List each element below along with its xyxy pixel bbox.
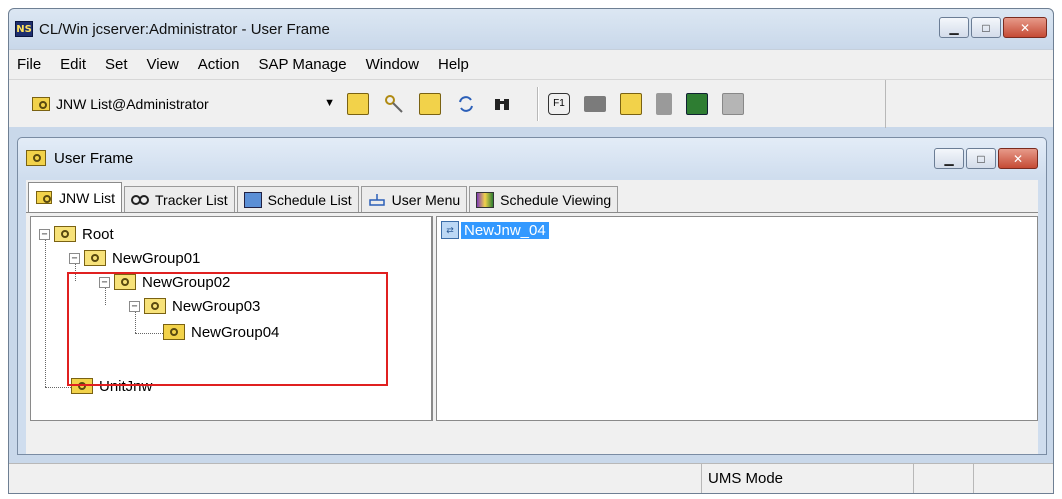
menu-bar: File Edit Set View Action SAP Manage Win… (9, 49, 1053, 79)
menu-file[interactable]: File (15, 54, 43, 75)
child-close-button[interactable]: ✕ (998, 148, 1038, 169)
status-extra (913, 464, 973, 493)
f1-help-icon[interactable]: F1 (548, 92, 570, 115)
folder-icon (54, 226, 76, 242)
tree-node-label: NewGroup04 (191, 323, 280, 341)
collapse-icon[interactable]: − (99, 276, 110, 288)
status-bar: UMS Mode (9, 463, 1053, 493)
main-window: NS CL/Win jcserver:Administrator - User … (8, 8, 1054, 494)
tab-strip: JNW List Tracker List Schedule List User… (26, 180, 1038, 212)
status-mode: UMS Mode (701, 464, 913, 493)
menu-edit[interactable]: Edit (58, 54, 88, 75)
tree-node-newgroup04[interactable]: NewGroup04 (163, 321, 279, 343)
calendar-icon[interactable] (686, 92, 708, 115)
schedule-icon[interactable] (419, 92, 441, 115)
folder-icon (114, 274, 136, 290)
menu-help[interactable]: Help (436, 54, 471, 75)
tab-schedule-list[interactable]: Schedule List (236, 186, 359, 212)
folder-icon (144, 298, 166, 314)
view-selector-combo[interactable]: JNW List@Administrator ▼ (22, 89, 347, 119)
tree-node-label: NewGroup02 (142, 273, 231, 291)
tab-schedule-viewing[interactable]: Schedule Viewing (469, 186, 619, 212)
collapse-icon[interactable]: − (69, 252, 80, 264)
app-logo-icon: NS (15, 21, 33, 37)
minimize-button[interactable]: ▁ (939, 17, 969, 38)
tracker-icon (131, 192, 149, 208)
user-menu-icon (368, 192, 386, 208)
menu-action[interactable]: Action (196, 54, 242, 75)
child-maximize-button[interactable]: □ (966, 148, 996, 169)
user-frame-window: User Frame ▁ □ ✕ JNW List Tracker List S… (17, 137, 1047, 455)
toolbar: JNW List@Administrator ▼ F1 (9, 79, 1053, 128)
close-button[interactable]: ✕ (1003, 17, 1047, 38)
tree-connector (45, 237, 46, 387)
tab-label: Tracker List (155, 191, 228, 208)
folder-icon (84, 250, 106, 266)
tree-node-newgroup03[interactable]: − NewGroup03 (129, 295, 260, 317)
tree-connector (135, 333, 163, 334)
jobnet-icon: ⇄ (441, 221, 459, 239)
calendar-gray-icon[interactable] (722, 92, 744, 115)
view-selector-value: JNW List@Administrator (56, 95, 209, 112)
tab-label: User Menu (391, 191, 461, 208)
title-bar[interactable]: NS CL/Win jcserver:Administrator - User … (9, 9, 1053, 49)
jnw-list-icon (32, 96, 50, 111)
tree-node-unitjnw[interactable]: UnitJnw (71, 375, 152, 397)
toolbar-separator (537, 86, 538, 121)
document-icon[interactable] (656, 92, 672, 115)
jnw-list-icon (35, 190, 53, 206)
tab-user-menu[interactable]: User Menu (360, 186, 468, 212)
child-minimize-button[interactable]: ▁ (934, 148, 964, 169)
schedule-viewing-icon (476, 191, 495, 208)
group-tree[interactable]: − Root − NewGroup01 − NewGroup02 − NewGr… (30, 216, 433, 421)
child-window-title: User Frame (54, 149, 134, 167)
tab-jnw-list[interactable]: JNW List (28, 182, 122, 212)
schedule-list-icon (243, 191, 262, 208)
list-item-label: NewJnw_04 (461, 221, 549, 239)
tab-tracker-list[interactable]: Tracker List (124, 186, 235, 212)
jnw-list-pane[interactable]: ⇄ NewJnw_04 (436, 216, 1038, 421)
tree-node-label: NewGroup03 (172, 297, 261, 315)
status-main (9, 464, 701, 493)
tab-label: Schedule Viewing (500, 191, 612, 208)
child-title-bar[interactable]: User Frame (26, 144, 133, 172)
collapse-icon[interactable]: − (39, 228, 50, 240)
menu-view[interactable]: View (145, 54, 181, 75)
tree-connector (45, 387, 71, 388)
binoculars-icon[interactable] (491, 93, 513, 115)
tree-node-newgroup02[interactable]: − NewGroup02 (99, 271, 230, 293)
group-icon[interactable] (347, 92, 369, 115)
chevron-down-icon[interactable]: ▼ (324, 97, 335, 109)
toolbar-end-divider (885, 80, 886, 128)
tab-label: Schedule List (267, 191, 352, 208)
maximize-button[interactable]: □ (971, 17, 1001, 38)
tree-node-root[interactable]: − Root (39, 223, 114, 245)
tab-label: JNW List (59, 189, 115, 206)
collapse-icon[interactable]: − (129, 300, 140, 312)
refresh-icon[interactable] (455, 93, 477, 115)
key-icon[interactable] (383, 93, 405, 115)
tree-node-newgroup01[interactable]: − NewGroup01 (69, 247, 200, 269)
menu-window[interactable]: Window (364, 54, 421, 75)
tree-node-label: NewGroup01 (112, 249, 201, 267)
list-item[interactable]: ⇄ NewJnw_04 (441, 221, 549, 239)
folder-icon (163, 324, 185, 340)
status-extra (973, 464, 1033, 493)
folder-icon (71, 378, 93, 394)
folder-icon[interactable] (584, 95, 606, 112)
menu-sap-manage[interactable]: SAP Manage (257, 54, 349, 75)
content-panes: − Root − NewGroup01 − NewGroup02 − NewGr… (26, 212, 1038, 454)
tree-icon[interactable] (620, 92, 642, 115)
tree-node-label: UnitJnw (99, 377, 153, 395)
window-title: CL/Win jcserver:Administrator - User Fra… (39, 20, 330, 38)
user-frame-icon (26, 150, 46, 166)
tree-node-label: Root (82, 225, 114, 243)
menu-set[interactable]: Set (103, 54, 130, 75)
